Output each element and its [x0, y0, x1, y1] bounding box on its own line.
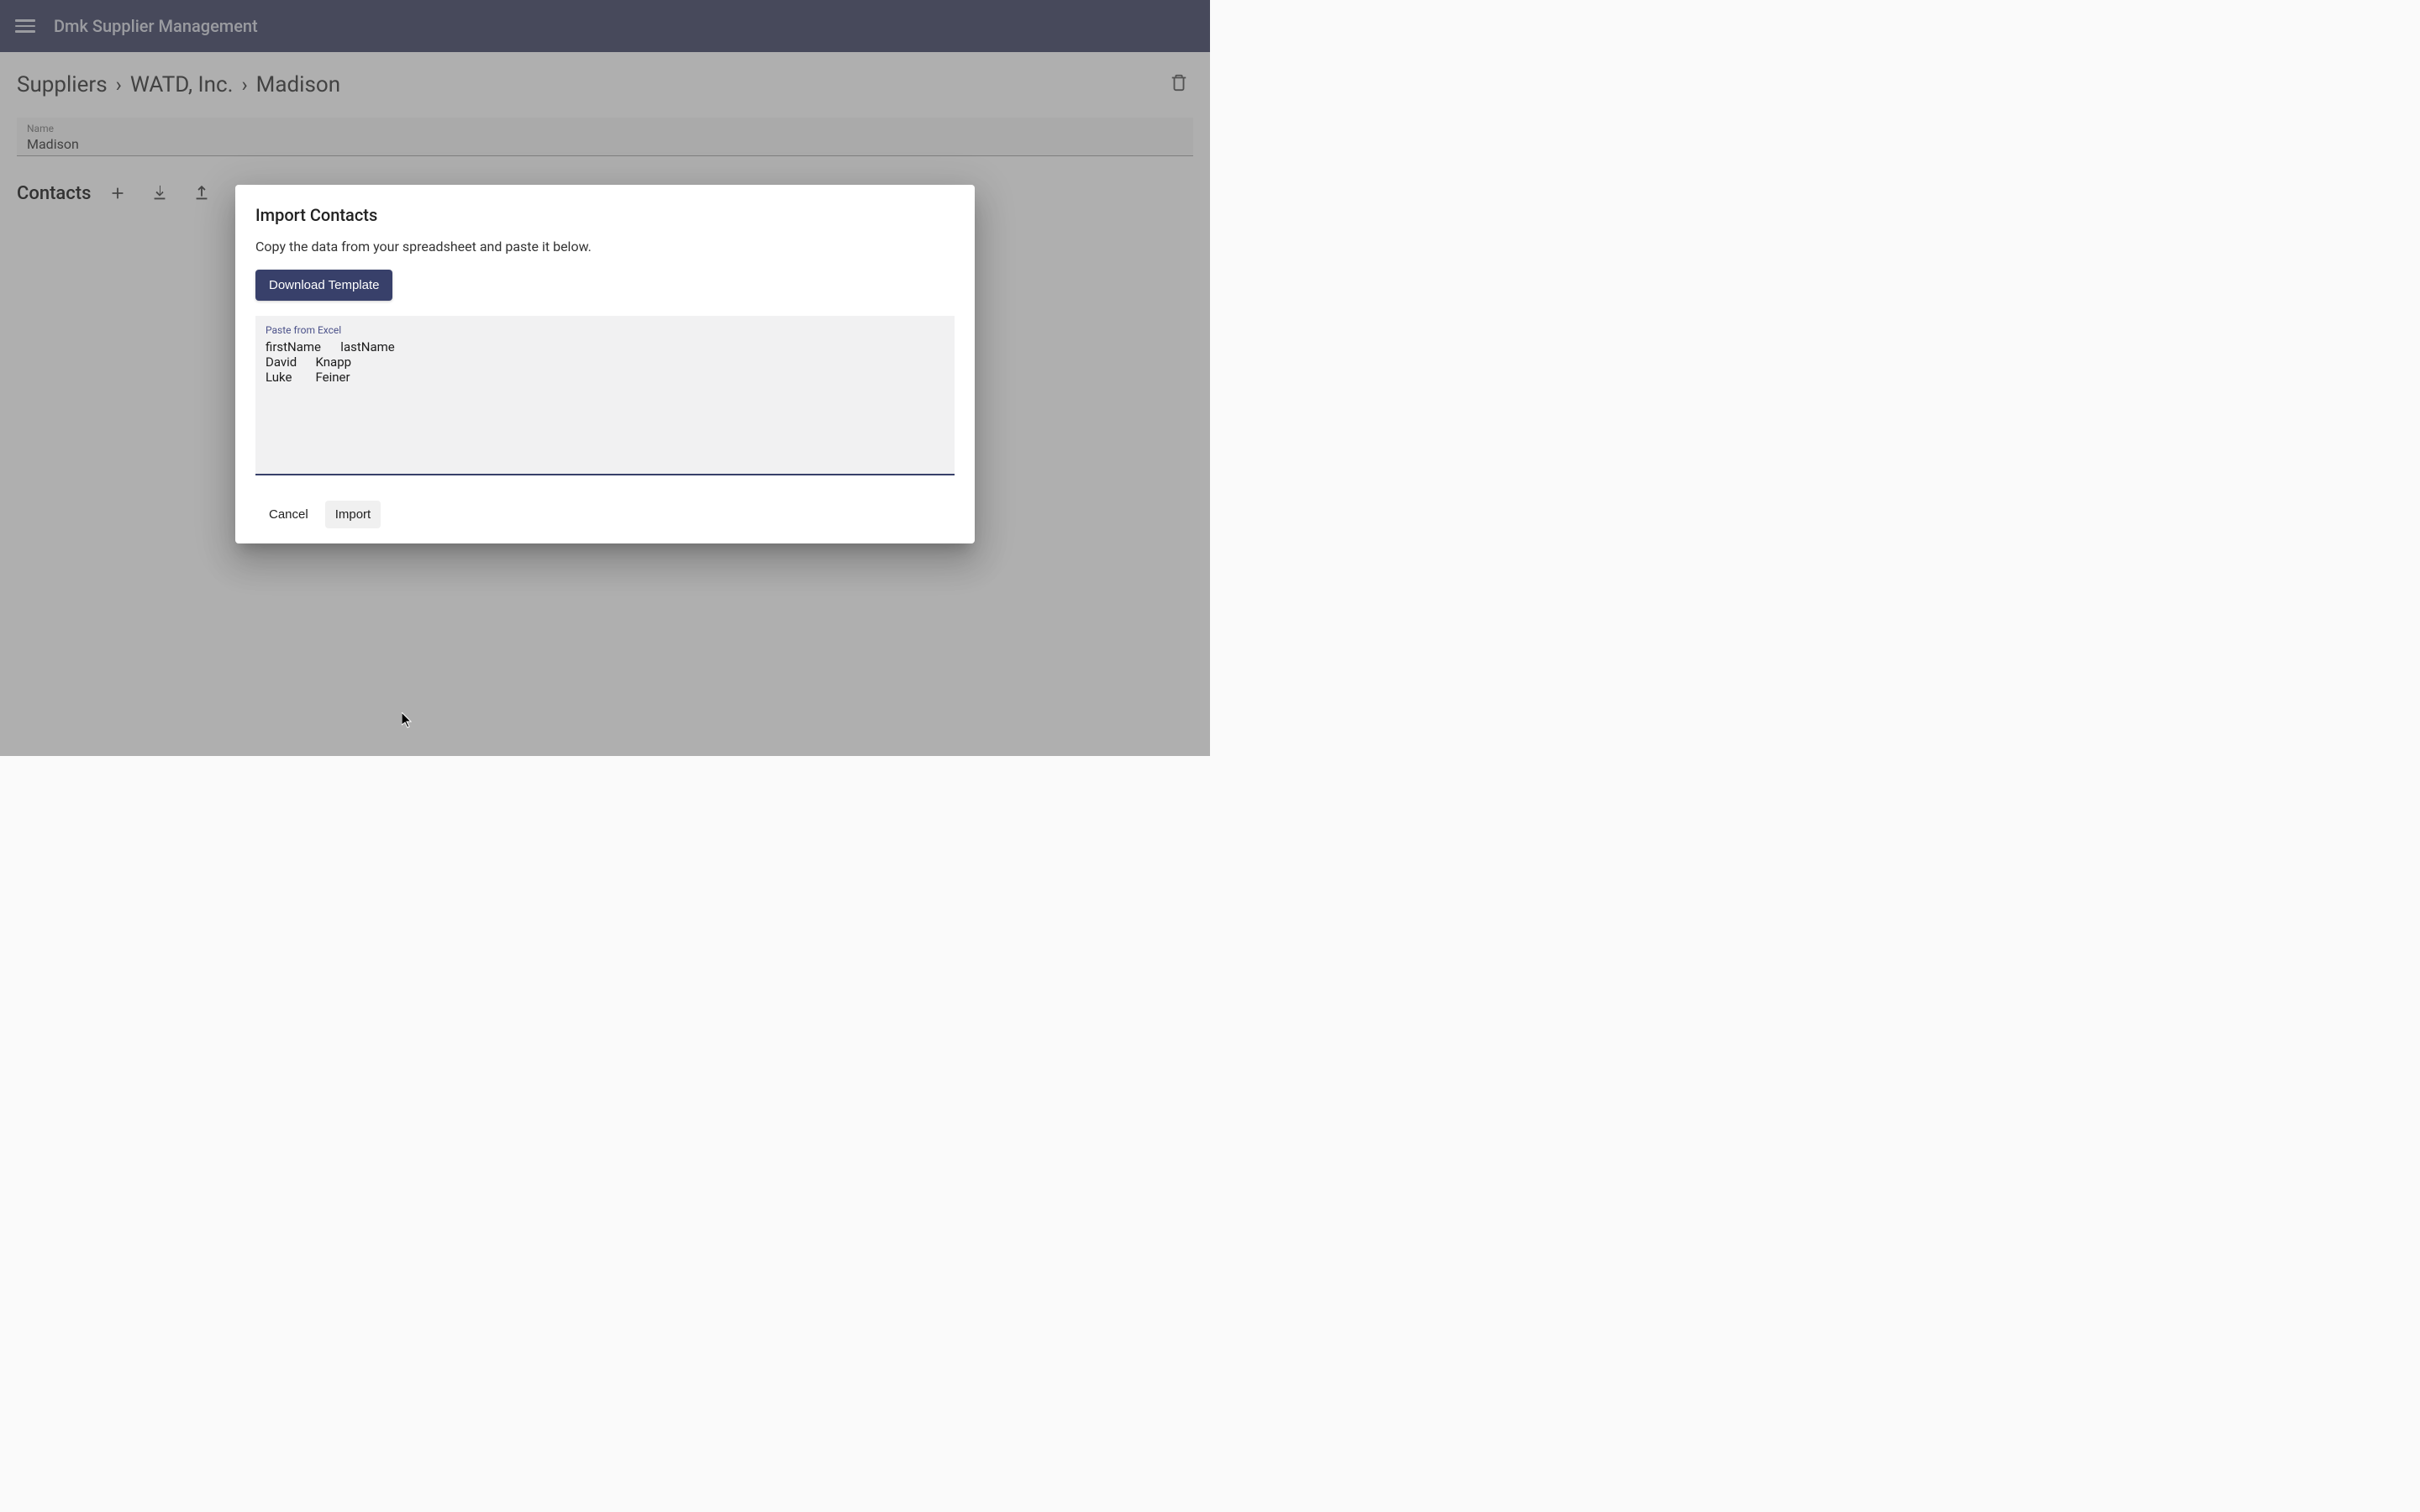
- paste-textarea[interactable]: [266, 339, 944, 465]
- cancel-button[interactable]: Cancel: [259, 501, 318, 528]
- dialog-description: Copy the data from your spreadsheet and …: [255, 239, 955, 255]
- download-template-button[interactable]: Download Template: [255, 270, 392, 301]
- paste-field[interactable]: Paste from Excel: [255, 316, 955, 475]
- dialog-title: Import Contacts: [255, 205, 955, 225]
- import-button[interactable]: Import: [325, 501, 381, 528]
- import-contacts-dialog: Import Contacts Copy the data from your …: [235, 185, 975, 543]
- paste-field-label: Paste from Excel: [266, 324, 944, 336]
- modal-overlay[interactable]: Import Contacts Copy the data from your …: [0, 0, 1210, 756]
- dialog-actions: Cancel Import: [255, 501, 955, 528]
